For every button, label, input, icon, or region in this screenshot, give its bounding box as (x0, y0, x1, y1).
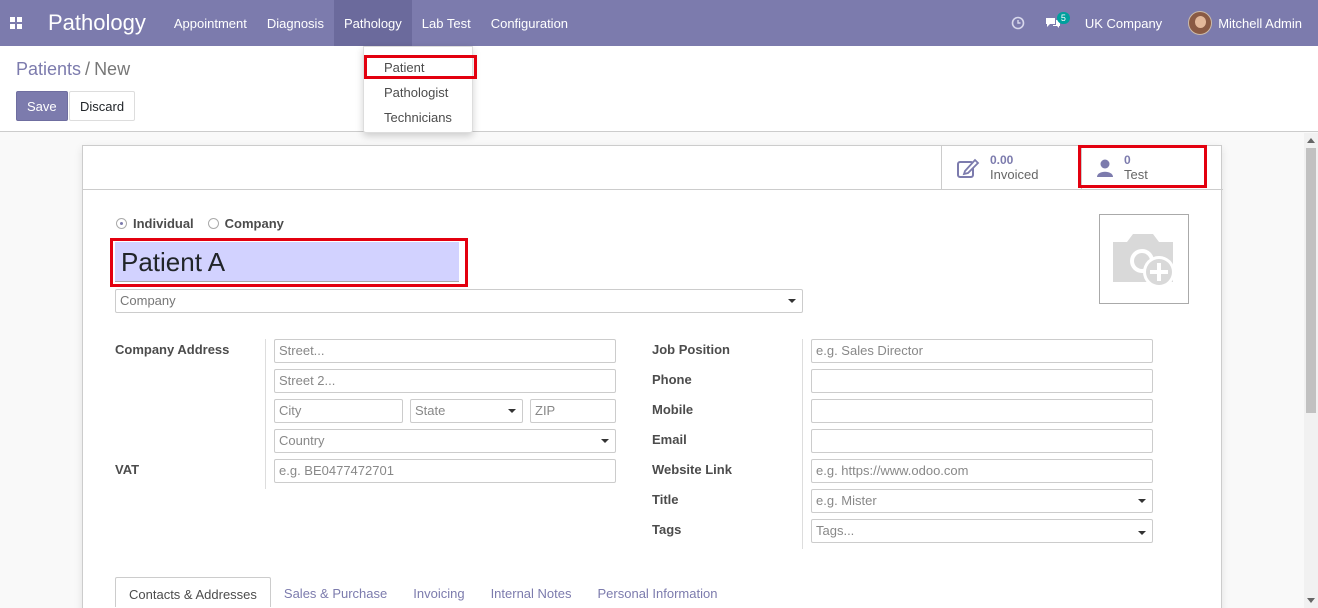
job-position-input[interactable]: e.g. Sales Director (811, 339, 1153, 363)
zip-input[interactable]: ZIP (530, 399, 616, 423)
country-select-placeholder: Country (279, 433, 325, 448)
company-select[interactable]: Company (115, 289, 803, 313)
title-select[interactable]: e.g. Mister (811, 489, 1153, 513)
radio-individual[interactable]: Individual (116, 216, 194, 231)
messages-badge: 5 (1056, 12, 1070, 24)
sheet-divider (83, 189, 1223, 190)
email-input[interactable] (811, 429, 1153, 453)
tab-invoicing[interactable]: Invoicing (400, 577, 477, 607)
scroll-thumb[interactable] (1306, 148, 1316, 413)
radio-company[interactable]: Company (207, 216, 284, 231)
tab-contacts-addresses[interactable]: Contacts & Addresses (115, 577, 271, 607)
company-type-radio: Individual Company (116, 216, 284, 231)
menu-pathology[interactable]: Pathology (333, 0, 412, 46)
caret-down-icon (1138, 531, 1146, 535)
radio-company-label: Company (224, 216, 284, 231)
phone-input[interactable] (811, 369, 1153, 393)
email-label: Email (652, 432, 687, 447)
caret-down-icon (601, 439, 609, 443)
mobile-label: Mobile (652, 402, 694, 417)
breadcrumb-current: New (94, 59, 131, 79)
tab-personal-information[interactable]: Personal Information (585, 577, 731, 607)
company-select-placeholder: Company (120, 293, 176, 308)
messages-chat-icon[interactable]: 5 (1035, 0, 1071, 46)
save-button[interactable]: Save (16, 91, 68, 121)
scroll-up-icon[interactable] (1307, 138, 1315, 143)
breadcrumb-separator: / (85, 59, 91, 79)
top-navbar: Pathology Appointment Diagnosis Patholog… (0, 0, 1318, 46)
breadcrumb: Patients / New (16, 59, 130, 80)
dropdown-item-technicians[interactable]: Technicians (364, 105, 472, 130)
company-address-label: Company Address (115, 342, 230, 357)
title-label: Title (652, 492, 679, 507)
menu-lab-test[interactable]: Lab Test (412, 0, 481, 46)
phone-label: Phone (652, 372, 692, 387)
radio-individual-dot (116, 218, 127, 229)
discard-button[interactable]: Discard (69, 91, 136, 121)
vat-input[interactable]: e.g. BE0477472701 (274, 459, 616, 483)
tab-sales-purchase[interactable]: Sales & Purchase (271, 577, 400, 607)
menu-appointment[interactable]: Appointment (164, 0, 257, 46)
vat-label: VAT (115, 462, 140, 477)
state-select-placeholder: State (415, 403, 446, 418)
street-input[interactable]: Street... (274, 339, 616, 363)
website-label: Website Link (652, 462, 732, 477)
highlight-box-test (1078, 145, 1207, 188)
form-sheet: 0.00 Invoiced 0 Test Individual Company … (82, 145, 1223, 608)
caret-down-icon (788, 299, 796, 303)
title-select-placeholder: e.g. Mister (816, 493, 877, 508)
caret-down-icon (508, 409, 516, 413)
user-menu[interactable]: Mitchell Admin (1176, 11, 1318, 35)
menu-configuration[interactable]: Configuration (481, 0, 578, 46)
invoiced-label: Invoiced (990, 167, 1039, 182)
user-name: Mitchell Admin (1218, 15, 1302, 31)
tab-internal-notes[interactable]: Internal Notes (478, 577, 585, 607)
tags-label: Tags (652, 522, 682, 537)
menu-diagnosis[interactable]: Diagnosis (257, 0, 334, 46)
country-select[interactable]: Country (274, 429, 616, 453)
tags-input[interactable]: Tags... (811, 519, 1153, 543)
app-brand[interactable]: Pathology (32, 10, 164, 36)
caret-down-icon (1138, 499, 1146, 503)
street2-input[interactable]: Street 2... (274, 369, 616, 393)
vertical-scrollbar[interactable] (1304, 133, 1318, 608)
image-upload[interactable] (1099, 214, 1189, 304)
radio-individual-label: Individual (133, 216, 194, 231)
activity-clock-icon[interactable] (1001, 0, 1035, 46)
mobile-input[interactable] (811, 399, 1153, 423)
highlight-box-patient (364, 55, 477, 79)
right-group-divider (802, 339, 803, 549)
job-position-label: Job Position (652, 342, 730, 357)
state-select[interactable]: State (410, 399, 523, 423)
notebook-tabs: Contacts & Addresses Sales & Purchase In… (115, 577, 730, 607)
breadcrumb-patients[interactable]: Patients (16, 59, 81, 79)
invoiced-smart-button[interactable]: 0.00 Invoiced (941, 146, 1081, 189)
control-panel: Patients / New Save Discard (0, 46, 1318, 132)
highlight-box-name (110, 238, 468, 287)
edit-pencil-icon (957, 158, 980, 178)
apps-menu-icon[interactable] (0, 0, 32, 46)
city-input[interactable]: City (274, 399, 403, 423)
invoiced-value: 0.00 (990, 153, 1014, 167)
left-group-divider (265, 339, 266, 489)
website-input[interactable]: e.g. https://www.odoo.com (811, 459, 1153, 483)
radio-company-dot (207, 218, 219, 229)
company-switcher[interactable]: UK Company (1071, 16, 1176, 31)
camera-plus-icon (1113, 234, 1175, 288)
tags-input-placeholder: Tags... (816, 523, 855, 538)
dropdown-item-pathologist[interactable]: Pathologist (364, 80, 472, 105)
scroll-down-icon[interactable] (1307, 598, 1315, 603)
user-avatar (1188, 11, 1213, 35)
